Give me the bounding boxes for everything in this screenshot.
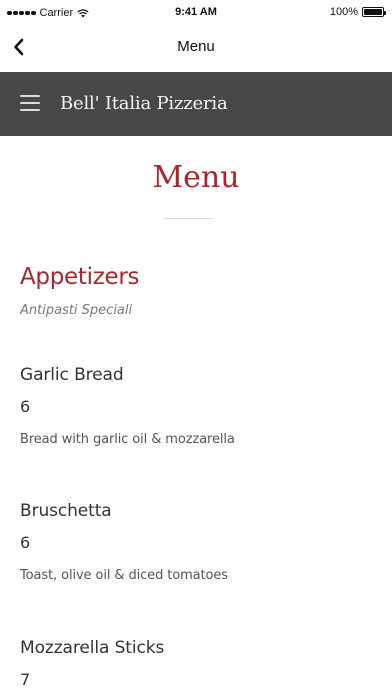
menu-item: Mozzarella Sticks 7 bbox=[20, 638, 380, 696]
navigation-bar: Menu bbox=[0, 26, 392, 72]
app-screen: Carrier 9:41 AM 100% Menu Bell' Italia P… bbox=[0, 0, 392, 696]
nav-title: Menu bbox=[177, 38, 215, 55]
item-price: 6 bbox=[20, 533, 31, 552]
item-description: Bread with garlic oil & mozzarella bbox=[20, 432, 235, 447]
item-price: 7 bbox=[20, 670, 31, 689]
site-title[interactable]: Bell' Italia Pizzeria bbox=[60, 93, 228, 114]
item-description: Toast, olive oil & diced tomatoes bbox=[20, 568, 228, 583]
page-title: Menu bbox=[152, 160, 240, 195]
item-name: Mozzarella Sticks bbox=[20, 638, 165, 658]
menu-item: Bruschetta 6 Toast, olive oil & diced to… bbox=[20, 501, 380, 583]
item-name: Garlic Bread bbox=[20, 365, 124, 385]
status-bar: Carrier 9:41 AM 100% bbox=[0, 0, 392, 26]
menu-item: Garlic Bread 6 Bread with garlic oil & m… bbox=[20, 365, 380, 447]
battery-percent: 100% bbox=[329, 6, 358, 18]
battery-icon bbox=[362, 7, 386, 17]
hamburger-menu-icon[interactable] bbox=[20, 95, 42, 113]
title-divider bbox=[164, 218, 214, 219]
status-right: 100% bbox=[329, 6, 386, 18]
section-heading: Appetizers bbox=[20, 264, 140, 290]
item-price: 6 bbox=[20, 397, 31, 416]
item-name: Bruschetta bbox=[20, 501, 112, 521]
menu-content: Menu Appetizers Antipasti Speciali Garli… bbox=[0, 136, 392, 696]
site-header: Bell' Italia Pizzeria bbox=[0, 72, 392, 136]
section-subheading: Antipasti Speciali bbox=[20, 303, 133, 318]
